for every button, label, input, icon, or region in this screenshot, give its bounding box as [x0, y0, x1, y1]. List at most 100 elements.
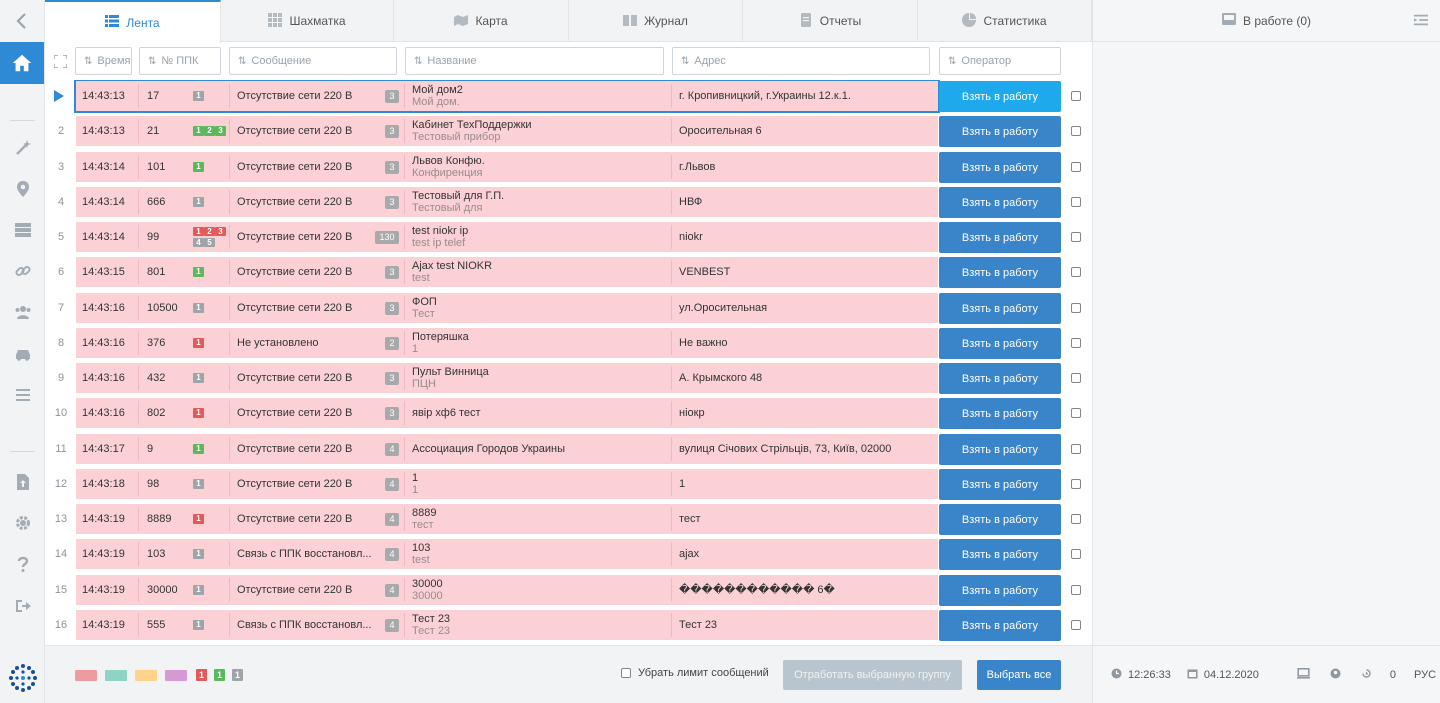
take-to-work-button[interactable]: Взять в работу [939, 504, 1061, 535]
server-icon[interactable] [0, 219, 45, 241]
table-row[interactable]: 6 14:43:15 801 1 Отсутствие сети 220 В 3 Ajax … [45, 256, 1092, 288]
monitor-icon[interactable] [1296, 667, 1310, 683]
take-to-work-button[interactable]: Взять в работу [939, 328, 1061, 359]
table-row[interactable]: 5 14:43:14 99 1 2 3 4 5 Отсутствие сети 220 В 130… [45, 221, 1092, 253]
name-filter[interactable]: ⇅ Название [405, 47, 664, 75]
column-divider [404, 472, 405, 496]
column-divider [138, 437, 139, 461]
checkbox[interactable] [621, 668, 631, 678]
row-checkbox[interactable] [1071, 162, 1081, 172]
document-upload-icon[interactable] [0, 471, 45, 493]
event-count-badge: 3 [385, 266, 399, 279]
tab-journal[interactable]: Журнал [569, 0, 743, 42]
table-row[interactable]: 2 14:43:13 21 1 2 3 Отсутствие сети 220 В 3 Каби… [45, 115, 1092, 147]
map-marker-icon[interactable] [0, 178, 45, 200]
object-description: Тест 23 [412, 625, 451, 637]
in-progress-header[interactable]: В работе (0) [1093, 0, 1440, 42]
column-divider [404, 190, 405, 214]
legend-swatch-yellow[interactable] [135, 670, 157, 681]
legend-swatch-red[interactable] [75, 670, 97, 681]
row-checkbox[interactable] [1071, 479, 1081, 489]
row-checkbox[interactable] [1071, 514, 1081, 524]
tab-feed[interactable]: Лента [45, 0, 221, 43]
time-filter[interactable]: ⇅ Время [75, 47, 132, 75]
row-checkbox[interactable] [1071, 197, 1081, 207]
list-icon[interactable] [0, 384, 45, 406]
tab-map[interactable]: Карта [394, 0, 569, 42]
back-icon[interactable] [0, 0, 44, 42]
take-to-work-button[interactable]: Взять в работу [939, 469, 1061, 500]
row-checkbox[interactable] [1071, 338, 1081, 348]
table-row[interactable]: 15 14:43:19 30000 1 Отсутствие сети 220 В 4 30… [45, 574, 1092, 606]
take-to-work-button[interactable]: Взять в работу [939, 575, 1061, 606]
row-checkbox[interactable] [1071, 267, 1081, 277]
object-description: Конфиренция [412, 167, 483, 179]
row-checkbox[interactable] [1071, 549, 1081, 559]
table-row[interactable]: 9 14:43:16 432 1 Отсутствие сети 220 В 3 Пульт… [45, 362, 1092, 394]
select-all-button[interactable]: Выбрать все [977, 660, 1061, 690]
remove-limit-checkbox[interactable]: Убрать лимит сообщений [621, 667, 769, 679]
row-checkbox[interactable] [1071, 620, 1081, 630]
row-checkbox[interactable] [1071, 232, 1081, 242]
event-time: 14:43:16 [82, 302, 125, 314]
take-to-work-button[interactable]: Взять в работу [939, 363, 1061, 394]
take-to-work-button[interactable]: Взять в работу [939, 293, 1061, 324]
legend-level-gray[interactable]: 1 [232, 669, 243, 681]
row-checkbox[interactable] [1071, 91, 1081, 101]
table-row[interactable]: 3 14:43:14 101 1 Отсутствие сети 220 В 3 Львов… [45, 151, 1092, 183]
message-filter[interactable]: ⇅ Сообщение [229, 47, 397, 75]
table-row[interactable]: 11 14:43:17 9 1 Отсутствие сети 220 В 4 Ассоци… [45, 433, 1092, 465]
table-row[interactable]: 12 14:43:18 98 1 Отсутствие сети 220 В 4 1 1 1 Вз… [45, 468, 1092, 500]
tab-statistics[interactable]: Статистика [918, 0, 1092, 42]
history-icon[interactable] [1361, 668, 1372, 682]
row-checkbox[interactable] [1071, 373, 1081, 383]
take-to-work-button[interactable]: Взять в работу [939, 539, 1061, 570]
legend-swatch-teal[interactable] [105, 670, 127, 681]
operator-filter[interactable]: ⇅ Оператор [939, 47, 1061, 75]
logout-icon[interactable] [0, 595, 45, 617]
table-row[interactable]: 13 14:43:19 8889 1 Отсутствие сети 220 В 4 888… [45, 503, 1092, 535]
table-row[interactable]: 8 14:43:16 376 1 Не установлено 2 Потеряшка 1 Не… [45, 327, 1092, 359]
users-icon[interactable] [0, 301, 45, 323]
take-to-work-button[interactable]: Взять в работу [939, 222, 1061, 253]
language-switch[interactable]: РУС [1414, 669, 1436, 681]
table-row[interactable]: 10 14:43:16 802 1 Отсутствие сети 220 В 3 явір… [45, 397, 1092, 429]
gear-icon[interactable] [0, 512, 45, 534]
ppk-filter[interactable]: ⇅ № ППК [139, 47, 221, 75]
table-row[interactable]: 4 14:43:14 666 1 Отсутствие сети 220 В 3 Тесто… [45, 186, 1092, 218]
process-group-button[interactable]: Отработать выбранную группу [783, 660, 962, 690]
car-icon[interactable] [0, 343, 45, 365]
link-icon[interactable] [0, 260, 45, 282]
row-checkbox[interactable] [1071, 585, 1081, 595]
address-filter[interactable]: ⇅ Адрес [672, 47, 930, 75]
legend-swatch-purple[interactable] [165, 670, 187, 681]
take-to-work-button[interactable]: Взять в работу [939, 187, 1061, 218]
take-to-work-button[interactable]: Взять в работу [939, 152, 1061, 183]
collapse-panel-icon[interactable] [1414, 13, 1430, 29]
take-to-work-button[interactable]: Взять в работу [939, 81, 1061, 112]
table-row[interactable]: 14 14:43:19 103 1 Связь с ППК восстановл... 4… [45, 538, 1092, 570]
take-to-work-button[interactable]: Взять в работу [939, 610, 1061, 641]
user-status-icon[interactable] [1330, 668, 1341, 682]
tab-chessboard[interactable]: Шахматка [221, 0, 394, 42]
take-to-work-button[interactable]: Взять в работу [939, 257, 1061, 288]
legend-level-green[interactable]: 1 [214, 669, 225, 681]
take-to-work-button[interactable]: Взять в работу [939, 434, 1061, 465]
take-to-work-button[interactable]: Взять в работу [939, 116, 1061, 147]
fullscreen-icon[interactable] [53, 54, 68, 69]
table-row[interactable]: 16 14:43:19 555 1 Связь с ППК восстановл... 4… [45, 609, 1092, 641]
row-checkbox[interactable] [1071, 444, 1081, 454]
row-checkbox[interactable] [1071, 408, 1081, 418]
help-icon[interactable] [0, 553, 45, 575]
row-checkbox[interactable] [1071, 126, 1081, 136]
row-checkbox[interactable] [1071, 303, 1081, 313]
table-row[interactable]: 14:43:13 17 1 Отсутствие сети 220 В 3 Мой дом… [45, 80, 1092, 113]
legend-level-red[interactable]: 1 [196, 669, 207, 681]
table-row[interactable]: 7 14:43:16 10500 1 Отсутствие сети 220 В 3 ФОП… [45, 292, 1092, 324]
magic-wand-icon[interactable] [0, 137, 45, 159]
home-icon[interactable] [0, 42, 44, 84]
ppk-number: 666 [147, 196, 166, 208]
take-to-work-button[interactable]: Взять в работу [939, 398, 1061, 429]
object-address: VENBEST [679, 266, 731, 278]
tab-reports[interactable]: Отчеты [743, 0, 918, 42]
